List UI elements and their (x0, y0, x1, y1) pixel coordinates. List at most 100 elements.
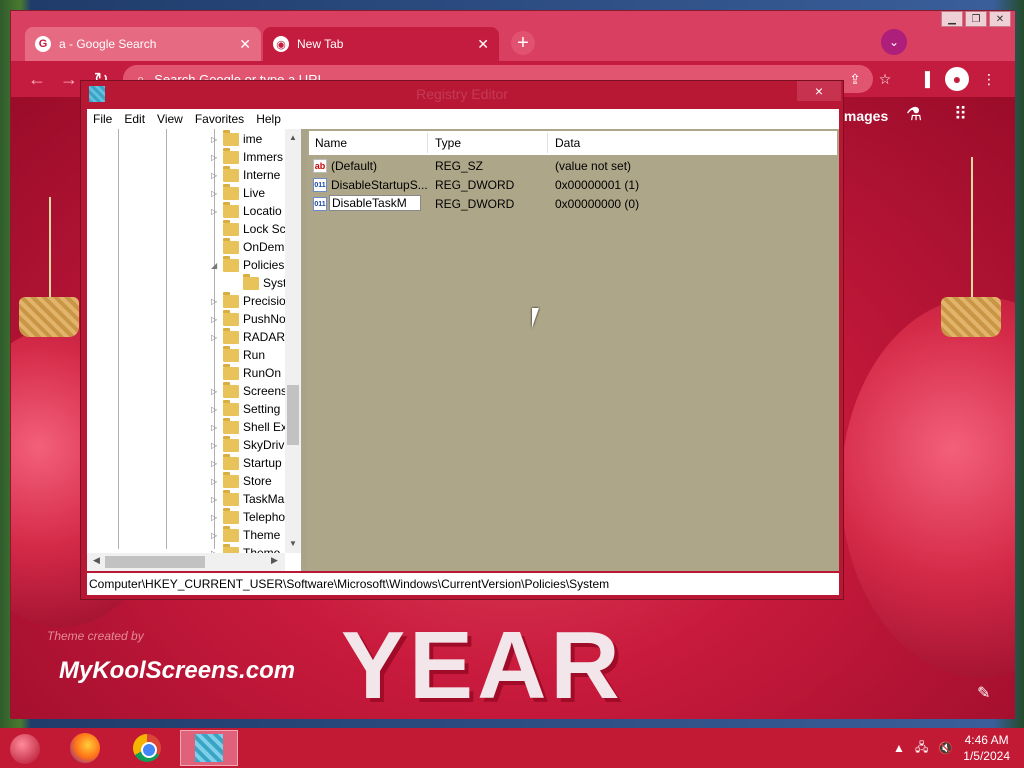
network-icon[interactable]: 🖧 (915, 738, 928, 759)
tree-item[interactable]: Lock Sc (211, 219, 286, 238)
tree-item[interactable]: ▷ PushNo (211, 309, 286, 328)
scroll-down-icon[interactable]: ▼ (285, 539, 301, 548)
tree-item[interactable]: ▷ Shell Ex (211, 417, 287, 436)
folder-icon (243, 273, 259, 290)
taskbar-firefox[interactable] (56, 730, 114, 766)
tree-item-label: Immers (243, 150, 283, 164)
tree-item[interactable]: ▷ Store (211, 471, 272, 490)
share-icon[interactable]: ⇪ (843, 67, 867, 91)
column-data[interactable]: Data (555, 136, 580, 150)
column-name[interactable]: Name (315, 136, 347, 150)
expand-arrow-icon[interactable]: ▷ (211, 135, 219, 144)
expand-arrow-icon[interactable]: ▷ (211, 459, 219, 468)
close-button[interactable]: ✕ (989, 11, 1011, 27)
tree-item[interactable]: ▷ Immers (211, 147, 283, 166)
value-row[interactable]: 011 DisableTaskM REG_DWORD 0x00000000 (0… (309, 194, 829, 213)
tree-item[interactable]: OnDem (211, 237, 284, 256)
scrollbar-thumb[interactable] (287, 385, 299, 445)
expand-arrow-icon[interactable]: ▷ (211, 495, 219, 504)
expand-arrow-icon[interactable]: ▷ (211, 441, 219, 450)
expand-arrow-icon[interactable]: ▷ (211, 297, 219, 306)
year-graphic-text: YEAR (341, 612, 624, 719)
folder-icon (223, 381, 239, 398)
tree-item[interactable]: ▷ Interne (211, 165, 280, 184)
start-button[interactable] (10, 734, 40, 764)
minimize-button[interactable]: ▁ (941, 11, 963, 27)
tree-item[interactable]: ▷ Setting (211, 399, 280, 418)
value-type: REG_DWORD (435, 197, 515, 211)
expand-arrow-icon[interactable]: ▷ (211, 171, 219, 180)
close-tab-icon[interactable]: ✕ (239, 36, 251, 53)
tree-item[interactable]: ▷ SkyDriv (211, 435, 284, 454)
side-panel-icon[interactable]: ▐ (913, 67, 937, 91)
value-row[interactable]: ab (Default) REG_SZ (value not set) (309, 156, 829, 175)
profile-avatar[interactable]: ● (945, 67, 969, 91)
tree-item[interactable]: Syst (231, 273, 286, 292)
tree-item[interactable]: ▷ Live (211, 183, 265, 202)
scroll-up-icon[interactable]: ▲ (285, 133, 301, 142)
tree-horizontal-scrollbar[interactable]: ◀ ▶ (87, 553, 285, 571)
tree-item[interactable]: ▷ Startup (211, 453, 282, 472)
tree-item[interactable]: ▷ ime (211, 129, 262, 148)
tree-item[interactable]: ▷ TaskMa (211, 489, 284, 508)
expand-arrow-icon[interactable]: ◢ (211, 261, 219, 270)
bookmark-star-icon[interactable]: ☆ (873, 67, 897, 91)
labs-flask-icon[interactable]: ⚗ (906, 104, 922, 125)
expand-arrow-icon[interactable]: ▷ (211, 153, 219, 162)
expand-arrow-icon[interactable]: ▷ (211, 333, 219, 342)
tab-search-button[interactable]: ⌄ (881, 29, 907, 55)
regedit-titlebar[interactable]: Registry Editor × (81, 81, 843, 107)
expand-arrow-icon[interactable]: ▷ (211, 531, 219, 540)
new-tab-button[interactable]: + (511, 31, 535, 55)
menu-help[interactable]: Help (250, 112, 287, 126)
rename-value-input[interactable]: DisableTaskM (329, 195, 421, 211)
back-button[interactable]: ← (25, 67, 49, 91)
expand-arrow-icon[interactable]: ▷ (211, 387, 219, 396)
menu-favorites[interactable]: Favorites (189, 112, 250, 126)
tree-item[interactable]: ▷ Locatio (211, 201, 282, 220)
volume-muted-icon[interactable]: 🔇 (938, 741, 953, 755)
column-type[interactable]: Type (435, 136, 461, 150)
expand-arrow-icon[interactable]: ▷ (211, 315, 219, 324)
tree-item[interactable]: ▷ Precisio (211, 291, 286, 310)
tab-new-tab[interactable]: ◉ New Tab ✕ (263, 27, 499, 61)
expand-arrow-icon[interactable]: ▷ (211, 513, 219, 522)
tree-item[interactable]: Run (211, 345, 265, 364)
tree-item[interactable]: ▷ Theme (211, 525, 280, 544)
maximize-button[interactable]: ❐ (965, 11, 987, 27)
scrollbar-thumb[interactable] (105, 556, 205, 568)
show-hidden-icons-icon[interactable]: ▲ (893, 741, 905, 755)
forward-button[interactable]: → (57, 67, 81, 91)
menu-file[interactable]: File (87, 112, 118, 126)
taskbar-chrome[interactable] (118, 730, 176, 766)
tab-google-search[interactable]: G a - Google Search ✕ (25, 27, 261, 61)
taskbar-regedit[interactable] (180, 730, 238, 766)
customize-pencil-icon[interactable]: ✎ (977, 683, 990, 703)
window-controls: ▁ ❐ ✕ (941, 11, 1011, 27)
tree-item[interactable]: ▷ Screens (211, 381, 287, 400)
close-button[interactable]: × (797, 81, 841, 101)
key-tree-pane[interactable]: ▷ ime ▷ Immers ▷ Interne ▷ Live ▷ Locatio Lock Sc O… (87, 129, 301, 571)
scroll-left-icon[interactable]: ◀ (93, 555, 100, 566)
expand-arrow-icon[interactable]: ▷ (211, 423, 219, 432)
close-tab-icon[interactable]: ✕ (477, 36, 489, 53)
menu-icon[interactable]: ⋮ (977, 67, 1001, 91)
expand-arrow-icon[interactable]: ▷ (211, 477, 219, 486)
value-type: REG_DWORD (435, 178, 515, 192)
clock[interactable]: 4:46 AM 1/5/2024 (963, 732, 1010, 764)
expand-arrow-icon[interactable]: ▷ (211, 207, 219, 216)
tree-item[interactable]: RunOn (211, 363, 281, 382)
tree-item[interactable]: ▷ RADAR (211, 327, 285, 346)
values-pane[interactable]: Name Type Data ab (Default) REG_SZ (valu… (307, 129, 839, 571)
scroll-right-icon[interactable]: ▶ (271, 555, 278, 566)
tree-vertical-scrollbar[interactable]: ▲ ▼ (285, 129, 301, 553)
expand-arrow-icon[interactable]: ▷ (211, 405, 219, 414)
value-row[interactable]: 011 DisableStartupS... REG_DWORD 0x00000… (309, 175, 829, 194)
tree-item[interactable]: ▷ Telepho (211, 507, 285, 526)
google-apps-icon[interactable]: ⠿ (954, 104, 967, 125)
images-link[interactable]: Images (840, 108, 888, 124)
menu-edit[interactable]: Edit (118, 112, 151, 126)
expand-arrow-icon[interactable]: ▷ (211, 189, 219, 198)
menu-view[interactable]: View (151, 112, 189, 126)
tree-item[interactable]: ◢ Policies (211, 255, 284, 274)
